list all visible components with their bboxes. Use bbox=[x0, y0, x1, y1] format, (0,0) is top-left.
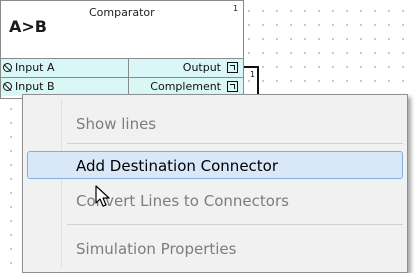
menu-item-label: Simulation Properties bbox=[76, 240, 237, 258]
block-symbol: A>B bbox=[9, 17, 47, 36]
menu-item-show-lines[interactable]: Show lines bbox=[23, 109, 407, 137]
menu-item-label: Add Destination Connector bbox=[76, 157, 279, 175]
input-port-label: Input A bbox=[15, 61, 55, 74]
menu-separator bbox=[67, 224, 403, 225]
menu-item-simulation-properties[interactable]: Simulation Properties bbox=[23, 234, 407, 262]
block-number: 1 bbox=[233, 4, 239, 13]
menu-separator bbox=[67, 143, 403, 144]
input-port-label: Input B bbox=[15, 80, 55, 93]
wire-label: 1 bbox=[250, 70, 256, 79]
comparator-block[interactable]: A>B Comparator 1 Input A Output Input B … bbox=[0, 0, 244, 99]
port-divider bbox=[128, 59, 129, 77]
menu-item-add-destination-connector[interactable]: Add Destination Connector bbox=[27, 151, 403, 179]
output-port-label: Output bbox=[182, 61, 221, 74]
context-menu: Show lines Add Destination Connector Con… bbox=[22, 94, 408, 273]
input-port-a[interactable]: Input A bbox=[3, 61, 55, 74]
connection-wire-vertical[interactable] bbox=[257, 66, 259, 94]
input-port-b[interactable]: Input B bbox=[3, 80, 55, 93]
menu-item-label: Show lines bbox=[76, 115, 157, 133]
port-row-1: Input A Output bbox=[1, 58, 243, 77]
complement-port-label: Complement bbox=[150, 80, 221, 93]
menu-item-convert-lines-to-connectors[interactable]: Convert Lines to Connectors bbox=[23, 186, 407, 214]
input-port-icon bbox=[3, 82, 12, 91]
mouse-pointer-icon bbox=[95, 185, 110, 207]
output-port-icon[interactable] bbox=[227, 62, 238, 73]
input-port-icon bbox=[3, 63, 12, 72]
block-title: Comparator bbox=[89, 6, 155, 19]
output-port-icon[interactable] bbox=[227, 81, 238, 92]
